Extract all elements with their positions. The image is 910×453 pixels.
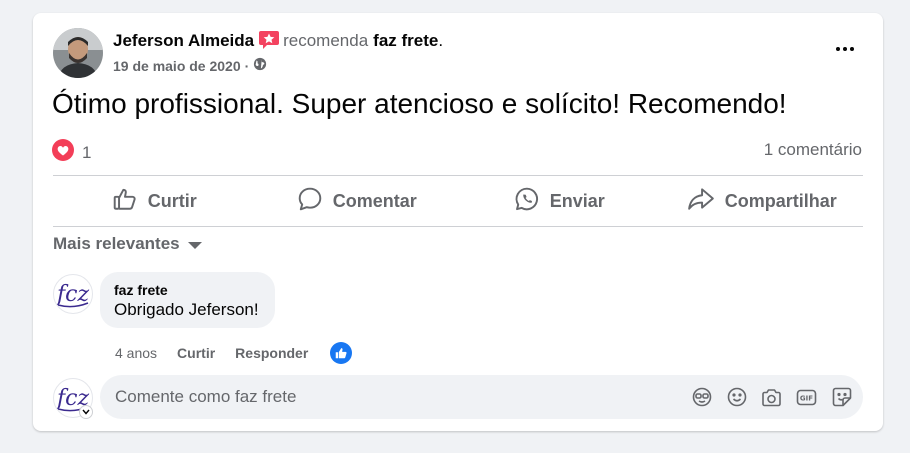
comment-text: Obrigado Jeferson! (114, 300, 259, 319)
recommendation-icon (258, 30, 280, 50)
share-label: Compartilhar (724, 190, 837, 211)
recommended-page-link[interactable]: faz frete (373, 31, 438, 51)
faz-frete-logo: fcz (56, 282, 89, 308)
author-avatar[interactable] (53, 28, 103, 78)
commenter-avatar[interactable]: fcz (53, 274, 93, 314)
comment-like-button[interactable]: Curtir (177, 345, 215, 361)
page-name-suffix: . (438, 31, 444, 50)
comment-input-tools: GIF (690, 386, 863, 409)
like-label: Curtir (147, 190, 197, 211)
sticker-icon[interactable] (830, 386, 853, 409)
send-button[interactable]: Enviar (458, 176, 661, 226)
post-text: Ótimo profissional. Super atencioso e so… (52, 88, 787, 119)
reactions-summary[interactable]: 1 (52, 139, 91, 166)
comment-reply-button[interactable]: Responder (235, 345, 308, 361)
post-meta: 19 de maio de 2020 · (113, 57, 267, 74)
comment-count[interactable]: 1 comentário (764, 140, 862, 160)
sort-label: Mais relevantes (53, 234, 180, 253)
comment-label: Comentar (332, 190, 417, 211)
love-reaction-icon (52, 139, 74, 166)
comment-age[interactable]: 4 anos (115, 345, 157, 361)
recommend-label: recomenda (283, 31, 369, 50)
comment-button[interactable]: Comentar (256, 176, 459, 226)
like-button[interactable]: Curtir (53, 176, 256, 226)
post-date[interactable]: 19 de maio de 2020 (113, 58, 241, 74)
like-reaction-icon[interactable] (330, 342, 353, 364)
emoji-icon[interactable] (725, 386, 748, 409)
post-card: Jeferson Almeida recomenda faz frete . 1… (33, 13, 883, 431)
globe-icon[interactable] (253, 57, 267, 74)
post-actions: Curtir Comentar Enviar Compartilhar (53, 176, 863, 226)
comment-sort-dropdown[interactable]: Mais relevantes (53, 234, 202, 254)
send-label: Enviar (549, 190, 605, 211)
comment-author[interactable]: faz frete (114, 282, 259, 298)
share-button[interactable]: Compartilhar (661, 176, 864, 226)
meta-separator: · (244, 57, 250, 74)
thumbs-up-icon (112, 186, 138, 217)
post-header: Jeferson Almeida recomenda faz frete . (113, 31, 443, 51)
comment-bubble-icon (297, 186, 323, 217)
chevron-down-icon[interactable] (79, 405, 93, 419)
svg-text:GIF: GIF (800, 394, 813, 402)
caret-down-icon (187, 241, 202, 249)
comment-input-box[interactable]: GIF (100, 375, 863, 419)
camera-icon[interactable] (760, 386, 783, 409)
whatsapp-icon (514, 186, 540, 217)
share-arrow-icon (687, 186, 715, 217)
comment-input[interactable] (115, 387, 690, 407)
author-name[interactable]: Jeferson Almeida (113, 31, 254, 51)
avatar-sticker-icon[interactable] (690, 386, 713, 409)
divider (53, 226, 863, 227)
gif-icon[interactable]: GIF (795, 386, 818, 409)
comment-bubble: faz frete Obrigado Jeferson! (100, 272, 275, 328)
more-options-button[interactable] (827, 35, 863, 63)
svg-text:fcz: fcz (56, 282, 89, 307)
reaction-count: 1 (82, 142, 92, 162)
comment-actions: 4 anos Curtir Responder (115, 342, 353, 364)
